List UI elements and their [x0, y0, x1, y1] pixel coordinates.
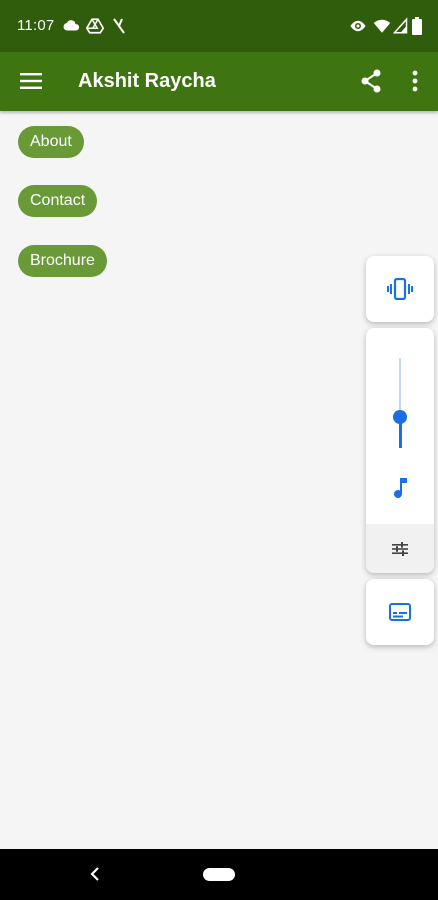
vibrate-icon	[387, 278, 413, 300]
brochure-chip[interactable]: Brochure	[18, 245, 107, 277]
app-title: Akshit Raycha	[78, 70, 216, 92]
volume-settings-button[interactable]	[366, 524, 434, 573]
about-chip[interactable]: About	[18, 126, 84, 158]
cloud-icon	[63, 20, 80, 31]
vibrate-button[interactable]	[366, 256, 434, 322]
overflow-icon[interactable]	[396, 62, 434, 100]
home-pill[interactable]	[203, 868, 235, 881]
volume-slider-panel	[366, 328, 434, 573]
back-icon	[90, 867, 99, 881]
drive-icon	[86, 18, 104, 34]
contact-chip[interactable]: Contact	[18, 185, 98, 217]
battery-icon	[412, 17, 422, 35]
music-note-icon	[394, 478, 407, 499]
signal-off-icon	[113, 18, 125, 34]
navigation-bar	[0, 849, 438, 900]
status-time: 11:07	[17, 17, 55, 34]
cellular-icon	[393, 17, 408, 34]
volume-slider[interactable]	[366, 328, 434, 458]
volume-slider-thumb[interactable]	[393, 409, 407, 424]
captions-button[interactable]	[366, 579, 434, 645]
status-bar: 11:07	[0, 0, 438, 52]
captions-icon	[389, 603, 411, 621]
eye-icon	[350, 20, 366, 32]
music-volume-button[interactable]	[366, 468, 434, 508]
share-icon[interactable]	[352, 62, 390, 100]
back-button[interactable]	[82, 861, 108, 887]
captions-panel	[366, 579, 434, 645]
app-bar: Akshit Raycha	[0, 52, 438, 111]
wifi-icon	[373, 19, 391, 33]
menu-icon[interactable]	[12, 62, 50, 100]
equalizer-icon	[392, 541, 408, 556]
volume-ringer-panel	[366, 256, 434, 322]
